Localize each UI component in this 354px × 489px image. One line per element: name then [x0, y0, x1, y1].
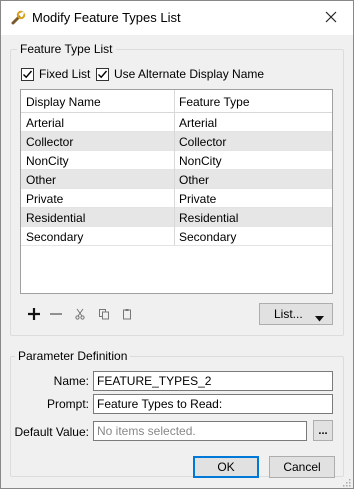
fixed-list-label[interactable]: Fixed List: [39, 67, 90, 81]
list-button-label: List...: [274, 307, 303, 321]
display-name-cell[interactable]: Collector: [26, 135, 73, 149]
plus-icon[interactable]: [26, 306, 42, 322]
close-button[interactable]: [309, 1, 353, 35]
display-name-cell[interactable]: NonCity: [26, 154, 69, 168]
fixed-list-checkbox[interactable]: [21, 68, 34, 81]
prompt-label: Prompt:: [46, 397, 89, 411]
cancel-button[interactable]: Cancel: [269, 456, 335, 478]
copy-icon[interactable]: [96, 306, 112, 322]
scissors-icon[interactable]: [72, 306, 88, 322]
feature-type-cell[interactable]: Secondary: [179, 230, 236, 244]
browse-button[interactable]: ...: [313, 420, 333, 441]
parameter-definition-label: Parameter Definition: [15, 349, 131, 363]
name-label: Name:: [53, 374, 89, 388]
display-name-cell[interactable]: Private: [26, 192, 63, 206]
wrench-icon: [10, 10, 26, 26]
column-divider: [174, 90, 175, 245]
alternate-display-name-label[interactable]: Use Alternate Display Name: [114, 67, 264, 81]
table-header: Display Name Feature Type: [21, 90, 332, 113]
table-row[interactable]: Collector Collector: [21, 132, 332, 151]
table-row[interactable]: Secondary Secondary: [21, 227, 332, 246]
minus-icon[interactable]: [48, 306, 64, 322]
modify-feature-types-dialog: Modify Feature Types List Feature Type L…: [0, 0, 354, 489]
dialog-title: Modify Feature Types List: [32, 10, 181, 25]
paste-icon[interactable]: [119, 306, 135, 322]
feature-type-cell[interactable]: NonCity: [179, 154, 222, 168]
feature-type-cell[interactable]: Collector: [179, 135, 226, 149]
close-icon: [325, 11, 337, 26]
display-name-cell[interactable]: Secondary: [26, 230, 83, 244]
feature-type-list-label: Feature Type List: [17, 42, 116, 56]
feature-types-table[interactable]: Display Name Feature Type Arterial Arter…: [20, 89, 333, 294]
ok-button[interactable]: OK: [193, 456, 259, 478]
resize-grip-icon[interactable]: [341, 476, 351, 487]
name-field[interactable]: FEATURE_TYPES_2: [93, 371, 333, 391]
alternate-display-name-checkbox[interactable]: [96, 68, 109, 81]
default-value-field[interactable]: No items selected.: [93, 421, 307, 441]
table-row[interactable]: Arterial Arterial: [21, 113, 332, 132]
table-row[interactable]: NonCity NonCity: [21, 151, 332, 170]
title-bar[interactable]: Modify Feature Types List: [1, 1, 353, 35]
table-row[interactable]: Other Other: [21, 170, 332, 189]
column-header-display-name[interactable]: Display Name: [26, 95, 101, 109]
display-name-cell[interactable]: Residential: [26, 211, 85, 225]
feature-type-cell[interactable]: Arterial: [179, 116, 217, 130]
list-dropdown-button[interactable]: List...: [259, 303, 333, 325]
prompt-field[interactable]: Feature Types to Read:: [93, 394, 333, 414]
table-row[interactable]: Residential Residential: [21, 208, 332, 227]
display-name-cell[interactable]: Arterial: [26, 116, 64, 130]
table-row[interactable]: Private Private: [21, 189, 332, 208]
display-name-cell[interactable]: Other: [26, 173, 56, 187]
feature-type-cell[interactable]: Residential: [179, 211, 238, 225]
column-header-feature-type[interactable]: Feature Type: [179, 95, 250, 109]
feature-type-cell[interactable]: Private: [179, 192, 216, 206]
feature-type-cell[interactable]: Other: [179, 173, 209, 187]
default-value-label: Default Value:: [14, 425, 90, 439]
dropdown-arrow-icon: [315, 311, 324, 325]
